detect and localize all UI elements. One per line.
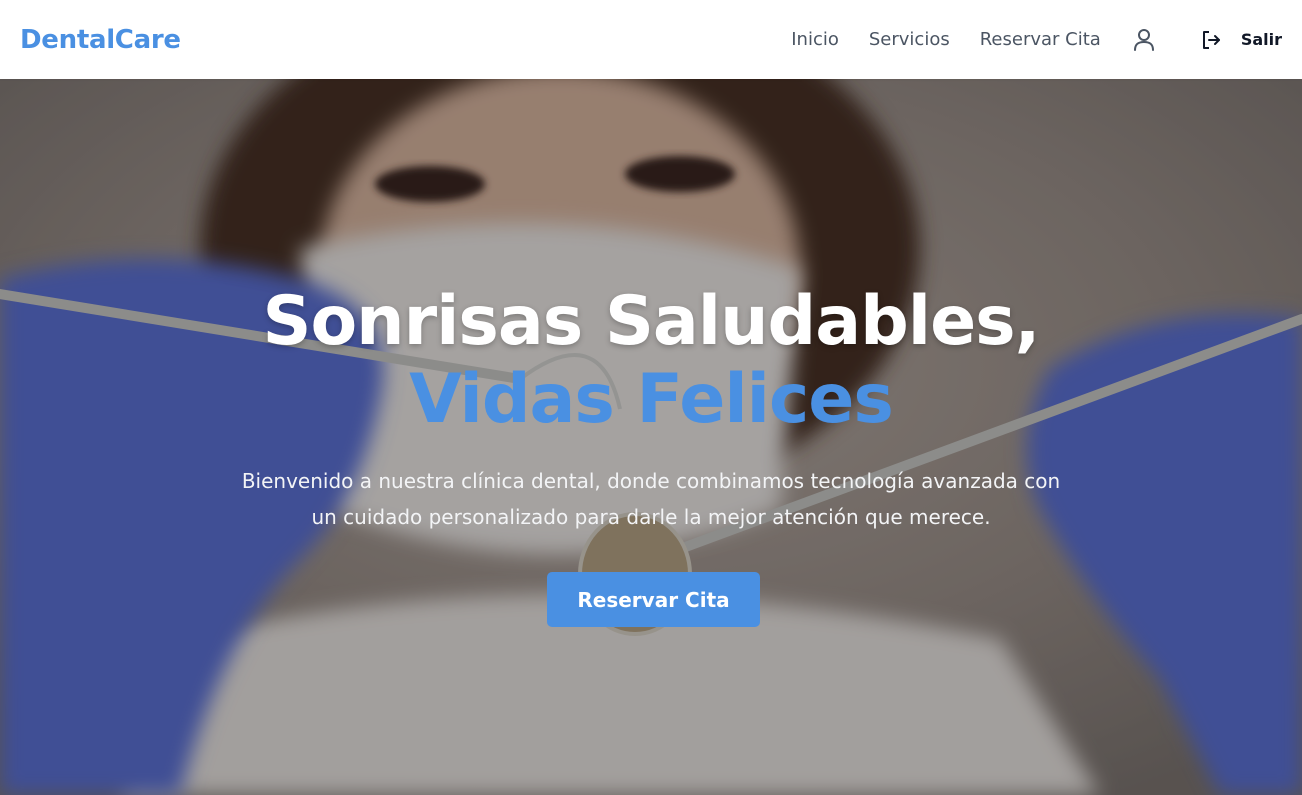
hero-subtitle: Bienvenido a nuestra clínica dental, don… (241, 469, 1061, 529)
hero-title-accent: Vidas Felices (409, 360, 894, 439)
brand-logo[interactable]: DentalCare (20, 25, 181, 55)
logout-label: Salir (1240, 30, 1282, 49)
main-nav: Inicio Servicios Reservar Cita Salir (791, 28, 1282, 52)
logout-button[interactable]: Salir (1201, 30, 1282, 50)
nav-link-servicios[interactable]: Servicios (869, 29, 950, 50)
nav-link-inicio[interactable]: Inicio (791, 29, 839, 50)
hero-section: Sonrisas Saludables, Vidas Felices Bienv… (0, 79, 1302, 795)
user-icon (1133, 28, 1154, 51)
profile-button[interactable] (1133, 28, 1155, 52)
hero-content: Sonrisas Saludables, Vidas Felices Bienv… (0, 79, 1302, 795)
logout-icon (1202, 30, 1220, 49)
hero-title: Sonrisas Saludables, (262, 282, 1040, 361)
top-navbar: DentalCare Inicio Servicios Reservar Cit… (0, 0, 1302, 79)
reservar-cita-button[interactable]: Reservar Cita (547, 572, 760, 627)
nav-link-reservar-cita[interactable]: Reservar Cita (980, 29, 1101, 50)
